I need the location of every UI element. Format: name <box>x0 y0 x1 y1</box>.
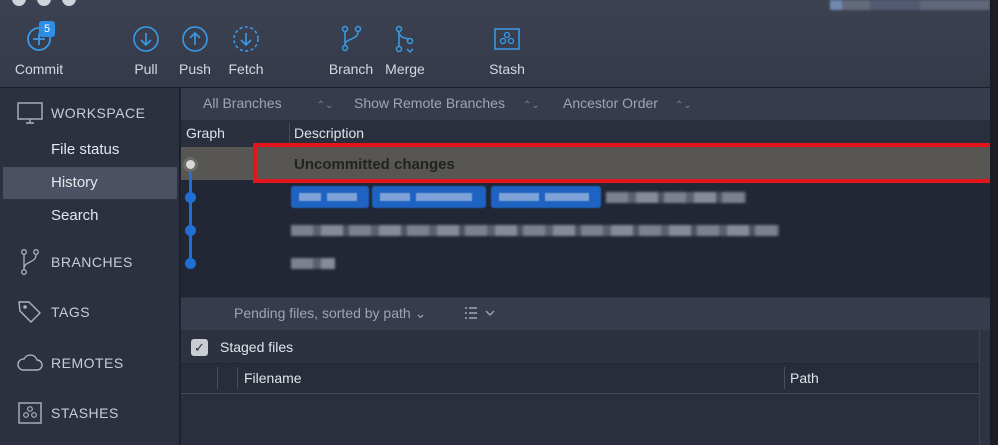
sidebar: WORKSPACE File status History Search BRA… <box>0 88 180 445</box>
select-arrows-icon: ⌃⌄ <box>522 100 540 111</box>
toolbar: 5 Commit Pull Push Fetch Branch Merge St… <box>0 0 998 88</box>
sidebar-section-label: REMOTES <box>51 355 124 371</box>
sidebar-section-stashes[interactable]: STASHES <box>0 398 180 428</box>
branch-filter-value: All Branches <box>203 95 282 111</box>
sidebar-section-branches[interactable]: BRANCHES <box>0 247 180 277</box>
column-header-filename[interactable]: Filename <box>244 364 302 392</box>
commit-node <box>185 225 196 236</box>
minimize-window-button[interactable] <box>37 0 51 6</box>
commit-message <box>606 192 746 203</box>
branch-filter-select[interactable]: All Branches ⌃⌄ <box>203 88 333 121</box>
staged-files-header: ✓ Staged files <box>181 330 979 364</box>
stash-button[interactable]: Stash <box>486 24 528 77</box>
push-button[interactable]: Push <box>176 24 214 77</box>
select-arrows-icon: ⌃⌄ <box>316 100 334 111</box>
push-label: Push <box>179 61 211 77</box>
cloud-icon <box>17 354 43 371</box>
sidebar-section-remotes[interactable]: REMOTES <box>0 348 180 378</box>
pending-sort-select[interactable]: Pending files, sorted by path ⌄ <box>234 298 426 329</box>
column-divider[interactable] <box>217 367 218 389</box>
graph-branch-line <box>189 165 192 265</box>
vertical-scrollbar[interactable] <box>979 330 990 445</box>
merge-icon <box>395 25 414 54</box>
commit-count-badge: 5 <box>39 21 55 37</box>
sidebar-section-label: WORKSPACE <box>51 105 146 121</box>
commit-button[interactable]: 5 Commit <box>12 21 66 77</box>
fetch-icon <box>233 26 259 52</box>
monitor-icon <box>17 102 43 124</box>
fetch-label: Fetch <box>228 61 264 77</box>
commit-row[interactable] <box>181 213 990 246</box>
remote-branches-select[interactable]: Show Remote Branches ⌃⌄ <box>354 88 540 121</box>
commit-row[interactable] <box>181 246 990 279</box>
commit-message <box>291 225 779 236</box>
merge-label: Merge <box>385 61 425 77</box>
merge-button[interactable]: Merge <box>382 24 428 77</box>
fetch-button[interactable]: Fetch <box>224 24 268 77</box>
pull-label: Pull <box>134 61 158 77</box>
pending-files-bar: Pending files, sorted by path ⌄ <box>181 297 990 330</box>
window-edge <box>990 0 998 445</box>
branch-icon <box>21 249 39 275</box>
zoom-window-button[interactable] <box>62 0 76 6</box>
column-header-graph[interactable]: Graph <box>186 121 225 147</box>
branch-tag <box>491 186 601 208</box>
column-divider[interactable] <box>237 367 238 389</box>
branch-label: Branch <box>328 61 374 77</box>
commit-message <box>291 258 335 269</box>
commit-label: Commit <box>14 61 64 77</box>
sidebar-item-file-status[interactable]: File status <box>3 134 177 166</box>
pending-sort-label: Pending files, sorted by path <box>234 305 411 321</box>
close-window-button[interactable] <box>12 0 26 6</box>
sidebar-section-label: STASHES <box>51 405 119 421</box>
column-divider[interactable] <box>784 367 785 389</box>
stash-icon <box>494 28 520 50</box>
sidebar-section-workspace[interactable]: WORKSPACE <box>0 98 180 128</box>
pull-button[interactable]: Pull <box>128 24 164 77</box>
sidebar-section-tags[interactable]: TAGS <box>0 297 180 327</box>
remote-branches-value: Show Remote Branches <box>354 95 505 111</box>
commit-node <box>185 258 196 269</box>
push-icon <box>182 26 208 52</box>
stash-icon <box>18 402 42 424</box>
chevron-down-icon: ⌄ <box>414 305 427 321</box>
branch-icon <box>341 25 362 52</box>
staged-files-column-header: Filename Path <box>181 364 979 394</box>
order-value: Ancestor Order <box>563 95 658 111</box>
view-mode-button[interactable] <box>464 306 498 323</box>
annotation-highlight-box <box>253 143 994 183</box>
list-view-icon <box>465 307 495 319</box>
column-header-path[interactable]: Path <box>790 364 819 392</box>
branch-tag <box>372 186 486 208</box>
commit-node <box>185 192 196 203</box>
working-copy-node <box>183 157 198 172</box>
branch-button[interactable]: Branch <box>326 24 376 77</box>
sidebar-section-label: TAGS <box>51 304 91 320</box>
select-arrows-icon: ⌃⌄ <box>674 100 692 111</box>
window-title <box>830 0 990 10</box>
stash-label: Stash <box>489 61 525 77</box>
pull-icon <box>133 26 159 52</box>
branch-tag <box>291 186 369 208</box>
staged-files-panel: ✓ Staged files Filename Path <box>181 330 979 445</box>
staged-files-label: Staged files <box>220 339 294 355</box>
staged-files-checkbox[interactable]: ✓ <box>191 339 208 356</box>
column-divider[interactable] <box>289 123 290 145</box>
sidebar-item-history[interactable]: History <box>3 167 177 199</box>
sidebar-item-search[interactable]: Search <box>3 200 177 232</box>
sidebar-section-label: BRANCHES <box>51 254 133 270</box>
history-filter-bar: All Branches ⌃⌄ Show Remote Branches ⌃⌄ An… <box>181 88 990 121</box>
order-select[interactable]: Ancestor Order ⌃⌄ <box>563 88 692 121</box>
tag-icon <box>18 301 41 323</box>
commit-row[interactable] <box>181 180 990 213</box>
